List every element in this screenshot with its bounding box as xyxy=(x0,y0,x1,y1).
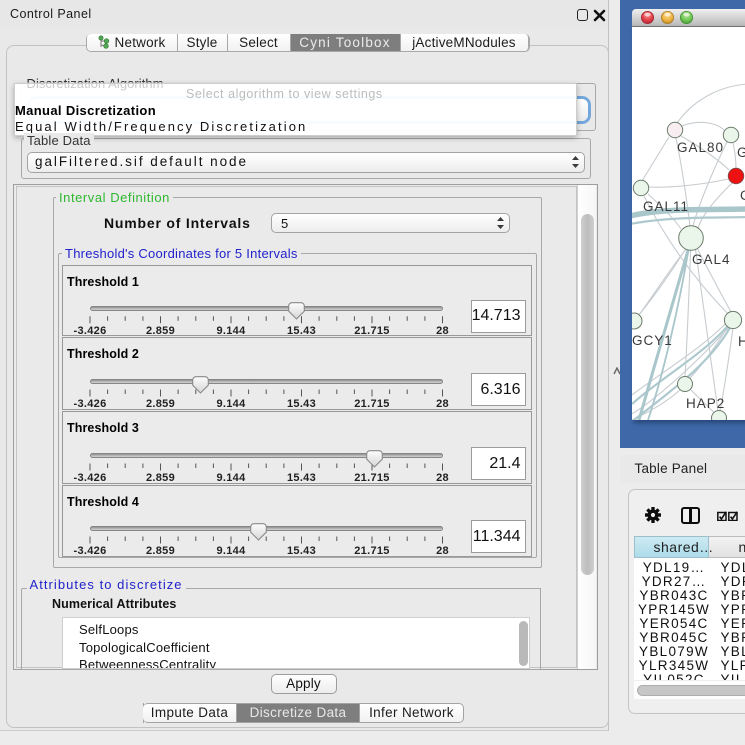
svg-text:C: C xyxy=(740,188,745,203)
svg-text:GAL11: GAL11 xyxy=(643,199,689,214)
svg-text:GAL80: GAL80 xyxy=(677,140,724,155)
svg-text:HAP2: HAP2 xyxy=(686,396,725,411)
svg-text:GAL4: GAL4 xyxy=(692,252,731,267)
svg-text:GCY1: GCY1 xyxy=(632,333,673,348)
svg-text:H: H xyxy=(738,334,745,349)
svg-text:G: G xyxy=(737,145,745,160)
